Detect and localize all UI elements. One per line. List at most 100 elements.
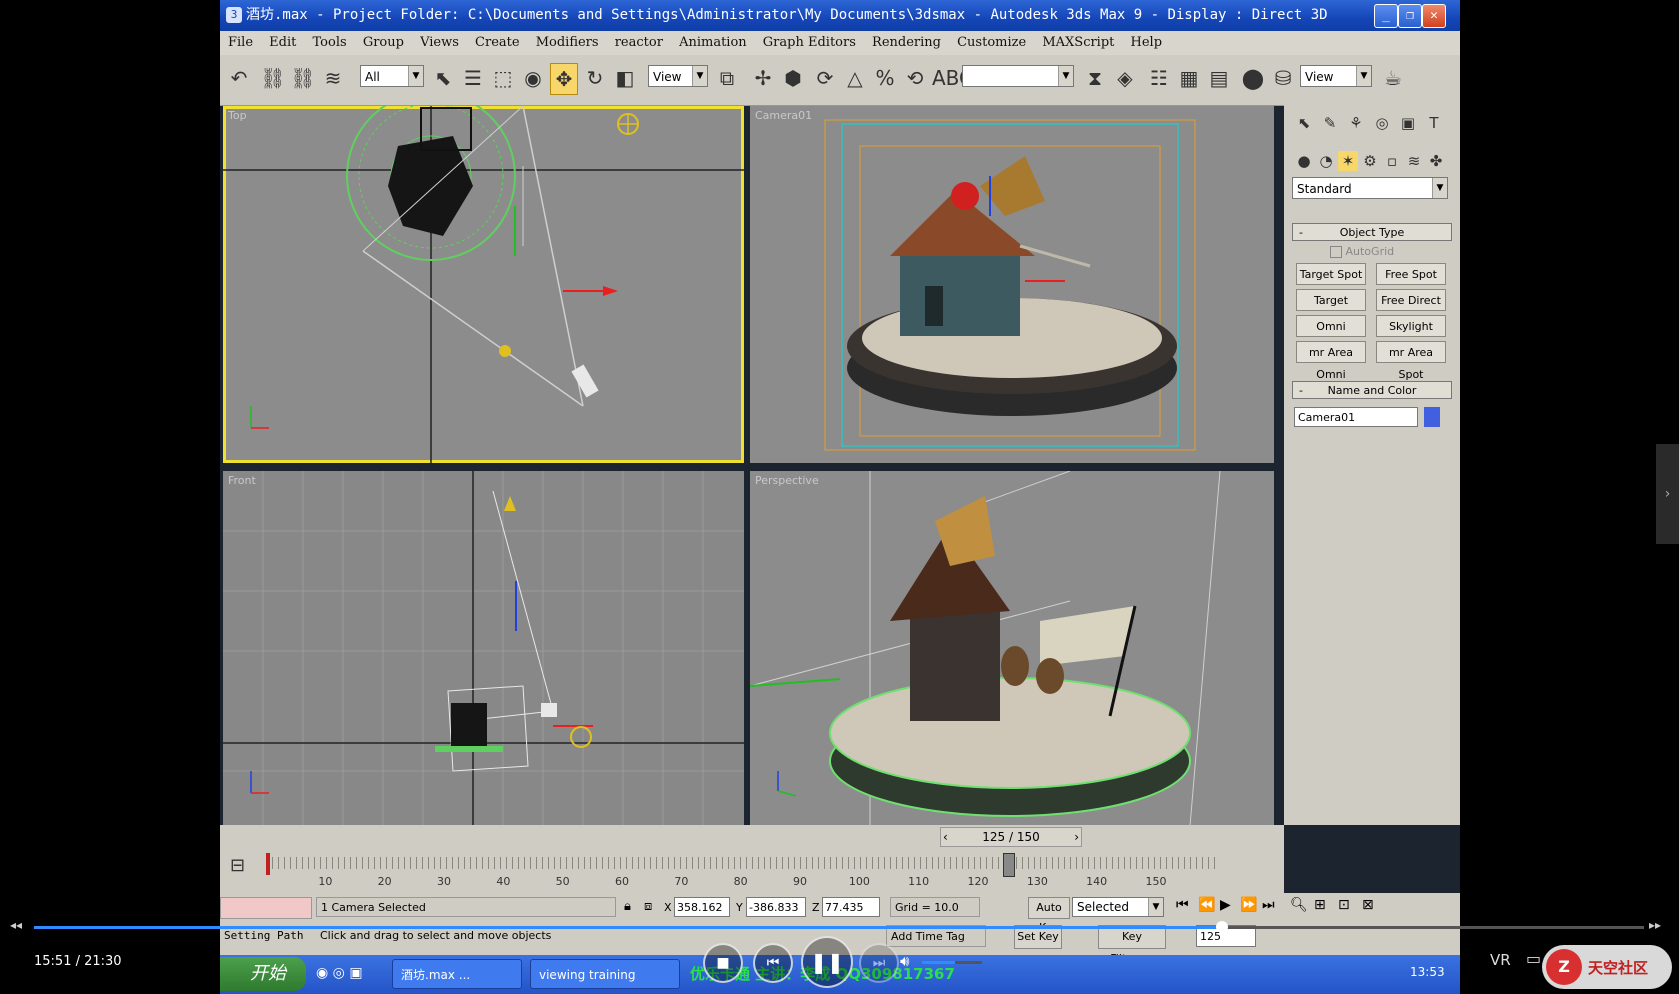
- render-scene-icon[interactable]: ⛁: [1270, 63, 1296, 93]
- rect-selection-icon[interactable]: ⬚: [490, 63, 516, 93]
- curve-editor-mini-icon[interactable]: ⊟: [230, 855, 245, 876]
- systems-icon[interactable]: ✤: [1426, 151, 1446, 171]
- menu-edit[interactable]: Edit: [269, 35, 296, 50]
- select-rotate-icon[interactable]: ↻: [582, 63, 608, 93]
- chevron-right-icon: ›: [1664, 486, 1671, 502]
- stop-button[interactable]: ■: [703, 943, 743, 983]
- menu-tools[interactable]: Tools: [313, 35, 347, 50]
- display-tab-icon[interactable]: ▣: [1398, 113, 1418, 133]
- omni-button[interactable]: Omni: [1296, 315, 1366, 337]
- free-direct-button[interactable]: Free Direct: [1376, 289, 1446, 311]
- pivot-center-icon[interactable]: ⧉: [714, 63, 740, 93]
- free-spot-button[interactable]: Free Spot: [1376, 263, 1446, 285]
- menu-customize[interactable]: Customize: [957, 35, 1026, 50]
- mr-area-omni-button[interactable]: mr Area Omni: [1296, 341, 1366, 381]
- reference-coord-dropdown[interactable]: View ▼: [648, 65, 708, 87]
- object-name-field[interactable]: Camera01: [1294, 407, 1418, 427]
- minimize-button[interactable]: _: [1374, 4, 1398, 28]
- close-button[interactable]: ✕: [1422, 4, 1446, 28]
- autogrid-checkbox[interactable]: [1330, 246, 1342, 258]
- keyboard-shortcut-icon[interactable]: ⬢: [780, 63, 806, 93]
- side-panel-toggle[interactable]: ›: [1656, 444, 1679, 544]
- menu-rendering[interactable]: Rendering: [872, 35, 941, 50]
- selection-filter-dropdown[interactable]: All ▼: [360, 65, 424, 87]
- next-button[interactable]: ⏭: [859, 943, 899, 983]
- bind-space-warp-icon[interactable]: ≋: [320, 63, 346, 93]
- spinner-snap-icon[interactable]: ⟲: [902, 63, 928, 93]
- lights-icon[interactable]: ✶: [1338, 151, 1358, 171]
- schematic-view-icon[interactable]: ▤: [1206, 63, 1232, 93]
- skylight-button[interactable]: Skylight: [1376, 315, 1446, 337]
- percent-snap-icon[interactable]: %: [872, 63, 898, 93]
- menu-graph-editors[interactable]: Graph Editors: [763, 35, 856, 50]
- target-spot-button[interactable]: Target Spot: [1296, 263, 1366, 285]
- playback-progress-bar[interactable]: [34, 921, 1644, 933]
- align-icon[interactable]: ◈: [1112, 63, 1138, 93]
- viewport-camera[interactable]: Camera01: [750, 106, 1274, 463]
- menu-create[interactable]: Create: [475, 35, 520, 50]
- select-move-icon[interactable]: ✥: [550, 63, 578, 95]
- volume-slider[interactable]: [922, 961, 982, 964]
- menu-file[interactable]: File: [228, 35, 253, 50]
- link-icon[interactable]: ⛓: [260, 63, 286, 93]
- track-bar[interactable]: 10 20 30 40 50 60 70 80 90 100 110 120 130 140 150: [266, 853, 1216, 895]
- chevron-right-icon[interactable]: ›: [1074, 828, 1079, 846]
- rewind-icon[interactable]: ◂◂: [10, 918, 22, 932]
- object-type-rollout[interactable]: - Object Type: [1292, 223, 1452, 241]
- pause-button[interactable]: ❚❚: [801, 936, 853, 988]
- manipulate-icon[interactable]: ✢: [750, 63, 776, 93]
- viewport-front[interactable]: Front: [223, 471, 744, 826]
- vr-button[interactable]: VR: [1490, 951, 1511, 969]
- mr-area-spot-button[interactable]: mr Area Spot: [1376, 341, 1446, 381]
- angle-snap-icon[interactable]: △: [842, 63, 868, 93]
- utilities-tab-icon[interactable]: T: [1424, 113, 1444, 133]
- unlink-icon[interactable]: ⛓: [290, 63, 316, 93]
- menu-animation[interactable]: Animation: [679, 35, 747, 50]
- fast-forward-icon[interactable]: ▸▸: [1649, 918, 1661, 932]
- hierarchy-tab-icon[interactable]: ⚘: [1346, 113, 1366, 133]
- space-warps-icon[interactable]: ≋: [1404, 151, 1424, 171]
- select-object-icon[interactable]: ⬉: [430, 63, 456, 93]
- mirror-icon[interactable]: ⧗: [1082, 63, 1108, 93]
- curve-editor-icon[interactable]: ▦: [1176, 63, 1202, 93]
- menu-reactor[interactable]: reactor: [615, 35, 663, 50]
- viewport-perspective[interactable]: Perspective: [750, 471, 1274, 826]
- create-tab-icon[interactable]: ⬉: [1294, 113, 1314, 133]
- time-slider[interactable]: ‹ 125 / 150 ›: [940, 827, 1082, 847]
- quick-render-icon[interactable]: ☕: [1380, 63, 1406, 93]
- modify-tab-icon[interactable]: ✎: [1320, 113, 1340, 133]
- autogrid-option[interactable]: AutoGrid: [1330, 245, 1394, 258]
- render-type-dropdown[interactable]: View ▼: [1300, 65, 1372, 87]
- menu-modifiers[interactable]: Modifiers: [536, 35, 599, 50]
- menu-views[interactable]: Views: [420, 35, 459, 50]
- menu-maxscript[interactable]: MAXScript: [1042, 35, 1114, 50]
- chevron-left-icon[interactable]: ‹: [943, 828, 948, 846]
- select-scale-icon[interactable]: ◧: [612, 63, 638, 93]
- motion-tab-icon[interactable]: ◎: [1372, 113, 1392, 133]
- layer-manager-icon[interactable]: ☷: [1146, 63, 1172, 93]
- snaps-toggle-icon[interactable]: ⟳: [812, 63, 838, 93]
- time-slider-knob[interactable]: [1002, 853, 1015, 877]
- select-by-name-icon[interactable]: ☰: [460, 63, 486, 93]
- timeline-tick-label: 30: [437, 875, 451, 888]
- menu-group[interactable]: Group: [363, 35, 404, 50]
- viewport-top[interactable]: Top: [223, 106, 744, 463]
- undo-icon[interactable]: ↶: [226, 63, 252, 93]
- previous-button[interactable]: ⏮: [753, 943, 793, 983]
- object-color-swatch[interactable]: [1424, 407, 1440, 427]
- material-editor-icon[interactable]: ⬤: [1240, 63, 1266, 93]
- category-dropdown[interactable]: Standard ▼: [1292, 177, 1448, 199]
- target-direct-button[interactable]: Target Direct: [1296, 289, 1366, 329]
- named-selection-dropdown[interactable]: ▼: [962, 65, 1074, 87]
- menu-help[interactable]: Help: [1131, 35, 1163, 50]
- cameras-icon[interactable]: ⚙: [1360, 151, 1380, 171]
- helpers-icon[interactable]: ▫: [1382, 151, 1402, 171]
- name-and-color-rollout[interactable]: - Name and Color: [1292, 381, 1452, 399]
- edit-named-sel-icon[interactable]: ABC: [932, 63, 973, 93]
- window-crossing-icon[interactable]: ◉: [520, 63, 546, 93]
- shapes-icon[interactable]: ◔: [1316, 151, 1336, 171]
- volume-icon[interactable]: 🔊︎: [900, 952, 909, 970]
- fullscreen-icon[interactable]: ▭: [1526, 949, 1541, 968]
- maximize-button[interactable]: ❐: [1398, 4, 1422, 28]
- geometry-icon[interactable]: ●: [1294, 151, 1314, 171]
